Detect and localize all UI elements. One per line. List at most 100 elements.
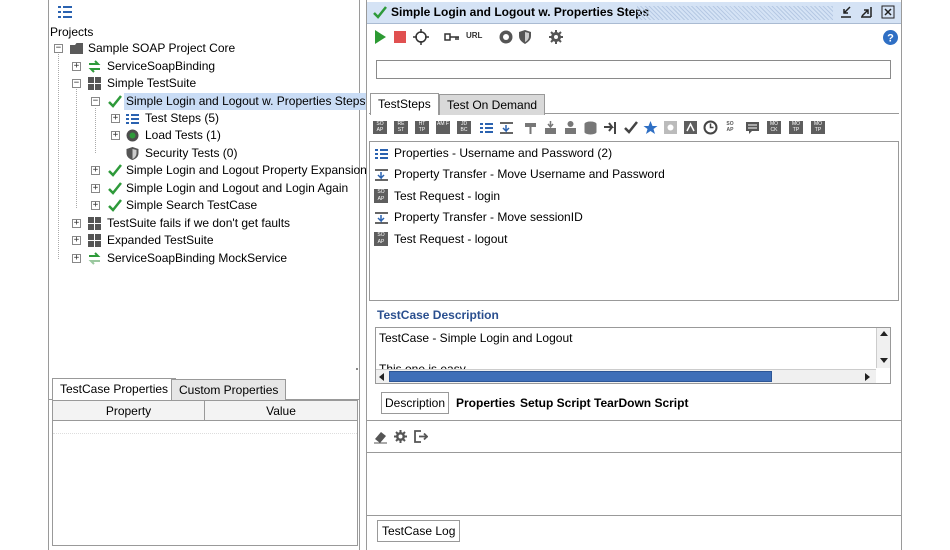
run-icon[interactable]: [372, 29, 388, 45]
expand-icon[interactable]: +: [72, 62, 81, 71]
expand-icon[interactable]: +: [111, 114, 120, 123]
manual-step-icon[interactable]: [683, 120, 698, 135]
tree-item-testcase-selected[interactable]: − Simple Login and Logout w. Properties …: [49, 93, 368, 110]
scrollbar-thumb[interactable]: [389, 371, 772, 382]
description-line: This one is easy: [379, 362, 466, 369]
expand-icon[interactable]: +: [72, 219, 81, 228]
tab-teststeps[interactable]: TestSteps: [370, 93, 439, 115]
collapse-icon[interactable]: −: [54, 44, 63, 53]
shield-icon[interactable]: [517, 29, 533, 45]
horizontal-scrollbar[interactable]: [376, 369, 876, 383]
minimize-icon[interactable]: [839, 5, 853, 19]
tab-properties[interactable]: Properties: [456, 392, 515, 414]
tree-item-project[interactable]: − Sample SOAP Project Core: [49, 40, 359, 57]
projects-label: Projects: [50, 25, 94, 39]
editor-title: Simple Login and Logout w. Properties St…: [391, 5, 650, 19]
tree-item-mockservice[interactable]: + ServiceSoapBinding MockService: [49, 250, 359, 267]
tab-description[interactable]: Description: [381, 392, 450, 414]
mock-response-step-icon[interactable]: MO TP: [789, 121, 803, 134]
transfer-step-icon[interactable]: [499, 120, 514, 135]
expand-icon[interactable]: +: [91, 166, 100, 175]
clock-icon[interactable]: [703, 120, 718, 135]
star-icon[interactable]: [643, 120, 658, 135]
tab-testcase-properties[interactable]: TestCase Properties: [52, 378, 177, 400]
step-label: Property Transfer - Move sessionID: [394, 210, 583, 224]
jdbc-step-icon[interactable]: JD BC: [457, 121, 471, 134]
collapse-icon[interactable]: −: [72, 79, 81, 88]
condition-step-icon[interactable]: [523, 120, 538, 135]
options-icon[interactable]: [498, 29, 514, 45]
tree-item-interface[interactable]: + ServiceSoapBinding: [49, 58, 359, 75]
vertical-scrollbar[interactable]: [876, 328, 890, 368]
target-icon[interactable]: [413, 29, 429, 45]
rest-step-icon[interactable]: RE ST: [394, 121, 408, 134]
tree-item-label: Sample SOAP Project Core: [88, 41, 236, 55]
expand-icon[interactable]: +: [72, 254, 81, 263]
tab-teardown-script[interactable]: TearDown Script: [594, 392, 688, 414]
collapse-icon[interactable]: −: [91, 97, 100, 106]
description-line: TestCase - Simple Login and Logout: [379, 331, 573, 345]
groovy-step-icon[interactable]: [663, 120, 678, 135]
script-step-icon[interactable]: [583, 120, 598, 135]
properties-step-icon[interactable]: [479, 120, 494, 135]
testcase-input[interactable]: [376, 60, 891, 79]
tree-item-label: Load Tests (1): [145, 128, 221, 142]
tree-item-label: Simple TestSuite: [107, 76, 197, 90]
expand-icon[interactable]: +: [111, 131, 120, 140]
table-row[interactable]: [53, 421, 357, 434]
step-label: Test Request - logout: [394, 232, 508, 246]
http-step-icon[interactable]: HT TP: [415, 121, 429, 134]
tab-test-on-demand[interactable]: Test On Demand: [439, 94, 546, 115]
stop-icon[interactable]: [392, 29, 408, 45]
testcase-log-area[interactable]: [367, 452, 901, 516]
tree-item-testsuite[interactable]: + TestSuite fails if we don't get faults: [49, 215, 359, 232]
transfer-icon: [375, 212, 388, 224]
editor-title-bar: Simple Login and Logout w. Properties St…: [367, 2, 901, 24]
run-testcase-step-icon[interactable]: [563, 120, 578, 135]
tree-item-test-steps[interactable]: + Test Steps (5): [49, 110, 359, 127]
folder-icon: [70, 43, 83, 54]
tree-item-testcase[interactable]: + Simple Search TestCase: [49, 197, 359, 214]
column-header-value[interactable]: Value: [205, 401, 357, 421]
mock-step-icon[interactable]: MO CK: [767, 121, 781, 134]
url-button[interactable]: URL: [466, 31, 482, 40]
gear-icon[interactable]: [393, 429, 408, 444]
eraser-icon[interactable]: [373, 429, 388, 444]
testsuite-grid-icon: [88, 77, 101, 90]
properties-tabs: TestCase Properties Custom Properties: [49, 378, 359, 400]
soap-step-icon[interactable]: SO AP: [373, 121, 387, 134]
splitter-handle[interactable]: [356, 368, 358, 370]
tab-testcase-log[interactable]: TestCase Log: [377, 520, 461, 542]
tree-item-testcase[interactable]: + Simple Login and Logout Property Expan…: [49, 162, 367, 179]
expand-icon[interactable]: +: [91, 184, 100, 193]
tree-item-load-tests[interactable]: + Load Tests (1): [49, 127, 359, 144]
maximize-icon[interactable]: [859, 5, 873, 19]
expand-icon[interactable]: +: [72, 236, 81, 245]
assertion-step-icon[interactable]: [623, 120, 638, 135]
key-icon[interactable]: [444, 29, 460, 45]
tree-item-testcase[interactable]: + Simple Login and Logout and Login Agai…: [49, 180, 359, 197]
check-icon: [108, 164, 122, 177]
svg-text:?: ?: [887, 33, 894, 45]
comment-icon[interactable]: [745, 120, 760, 135]
amf-step-icon[interactable]: AM F: [436, 121, 450, 134]
gear-icon[interactable]: [548, 29, 564, 45]
column-header-property[interactable]: Property: [53, 401, 205, 421]
export-icon[interactable]: [413, 429, 428, 444]
description-textarea[interactable]: TestCase - Simple Login and Logout This …: [375, 327, 891, 384]
soap-mock-step-icon[interactable]: SO AP: [723, 121, 737, 134]
delay-step-icon[interactable]: [543, 120, 558, 135]
expand-icon[interactable]: +: [91, 201, 100, 210]
soap-icon: SO AP: [374, 189, 388, 203]
help-icon[interactable]: ?: [882, 29, 899, 46]
tree-item-testsuite[interactable]: + Expanded TestSuite: [49, 232, 359, 249]
list-icon[interactable]: [58, 6, 72, 18]
tree-item-security-tests[interactable]: Security Tests (0): [49, 145, 359, 162]
close-icon[interactable]: [881, 5, 895, 19]
tree-item-testsuite[interactable]: − Simple TestSuite: [49, 75, 359, 92]
tab-custom-properties[interactable]: Custom Properties: [171, 379, 287, 400]
tab-setup-script[interactable]: Setup Script: [520, 392, 591, 414]
check-icon: [108, 199, 122, 212]
mock-step-icon[interactable]: MO TP: [811, 121, 825, 134]
goto-step-icon[interactable]: [603, 120, 618, 135]
